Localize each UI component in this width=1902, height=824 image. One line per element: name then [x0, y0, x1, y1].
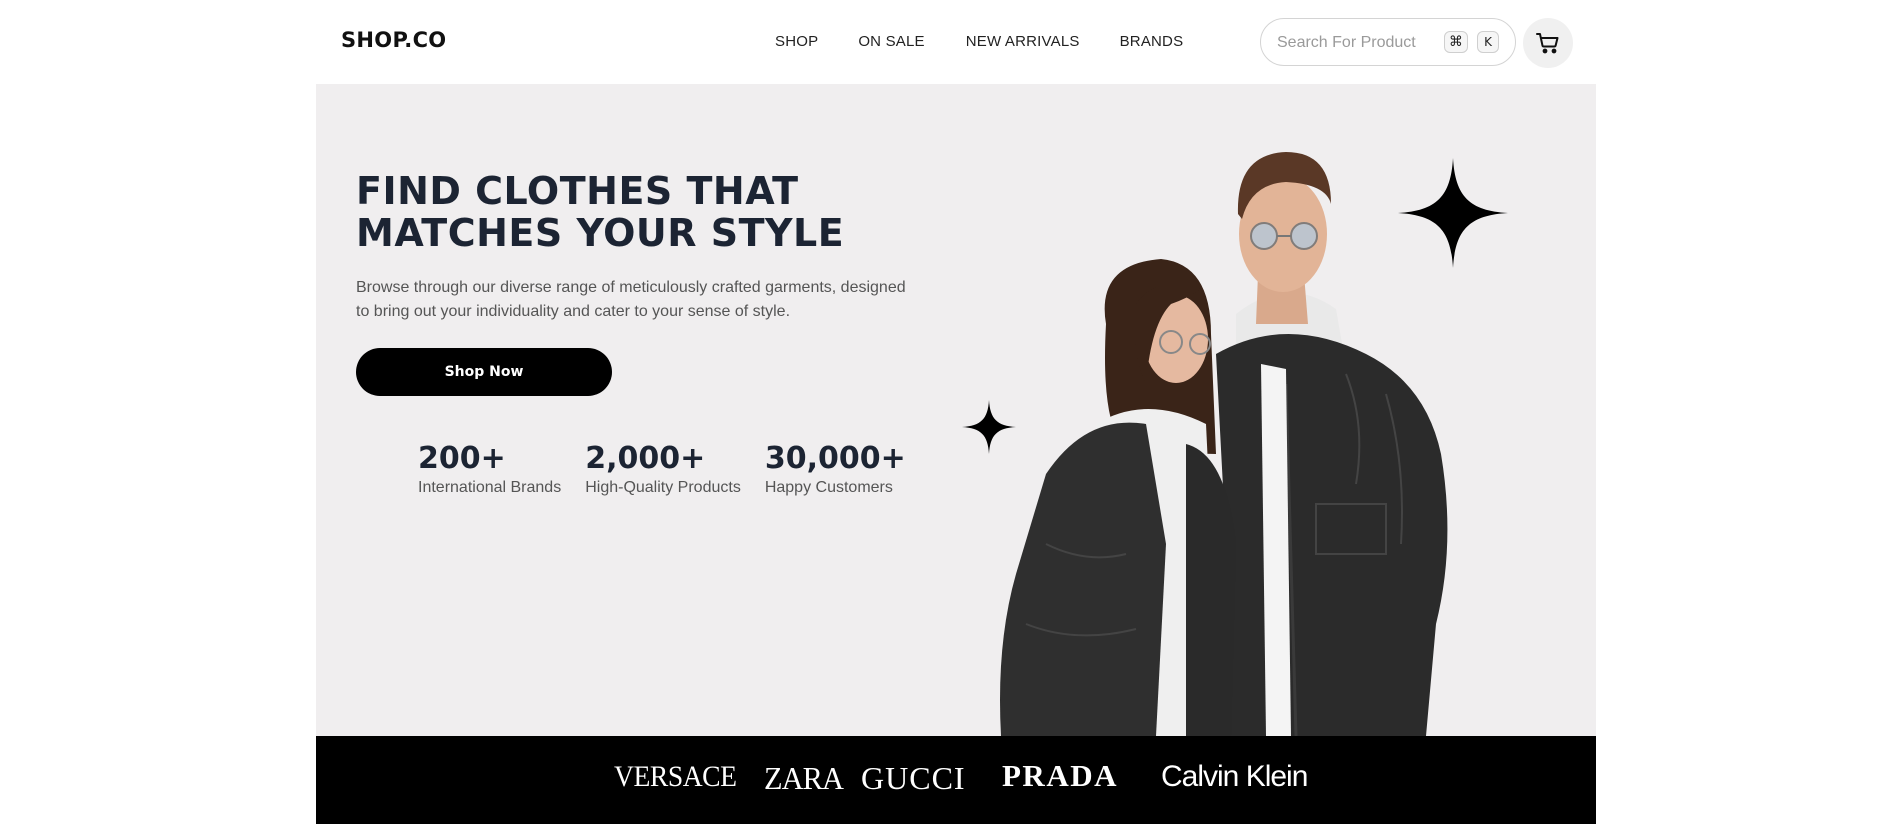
woman-figure [1000, 259, 1236, 736]
hero-title: FIND CLOTHES THAT MATCHES YOUR STYLE [356, 169, 845, 255]
nav-on-sale[interactable]: ON SALE [858, 33, 924, 50]
stat-label: International Brands [418, 479, 562, 496]
nav-shop[interactable]: SHOP [775, 33, 818, 50]
hero-description: Browse through our diverse range of meti… [356, 279, 906, 320]
site-logo[interactable]: SHOP.CO [341, 28, 446, 52]
nav-brands[interactable]: BRANDS [1120, 33, 1184, 50]
search-input[interactable] [1277, 31, 1437, 55]
main-nav: SHOP ON SALE NEW ARRIVALS BRANDS [775, 33, 1183, 50]
stat-value: 30,000+ [764, 441, 906, 476]
site-header: SHOP.CO SHOP ON SALE NEW ARRIVALS BRANDS… [0, 0, 1902, 84]
search-box[interactable]: ⌘ K [1260, 18, 1516, 66]
brand-logo-calvin-klein[interactable]: Calvin Klein [1161, 760, 1308, 794]
stat-value: 2,000+ [585, 441, 706, 476]
brand-logo-prada[interactable]: PRADA [1002, 758, 1118, 794]
stat-label: High-Quality Products [585, 479, 741, 496]
stat-products: 2,000+ High-Quality Products [585, 442, 741, 499]
hero-section: FIND CLOTHES THAT MATCHES YOUR STYLE Bro… [316, 84, 1596, 736]
nav-new-arrivals[interactable]: NEW ARRIVALS [966, 33, 1080, 50]
sparkle-star-small-icon [962, 400, 1016, 454]
brand-logo-zara[interactable]: ZARA [764, 760, 844, 797]
stat-customers: 30,000+ Happy Customers [765, 442, 906, 499]
stat-value: 200+ [418, 441, 506, 476]
sparkle-star-icon [1398, 158, 1508, 268]
stat-label: Happy Customers [764, 479, 893, 496]
command-key-hint: ⌘ [1444, 31, 1468, 53]
stats-row: 200+ International Brands 2,000+ High-Qu… [418, 442, 930, 499]
cart-icon [1536, 33, 1559, 54]
k-key-hint: K [1477, 31, 1499, 53]
cart-button[interactable] [1523, 18, 1573, 68]
brand-logo-versace[interactable]: VERSACE [614, 760, 737, 794]
stat-brands: 200+ International Brands [418, 442, 561, 499]
brand-bar: VERSACE ZARA GUCCI PRADA Calvin Klein [316, 736, 1596, 824]
brand-logo-gucci[interactable]: GUCCI [861, 760, 966, 797]
shop-now-button[interactable]: Shop Now [356, 348, 612, 396]
